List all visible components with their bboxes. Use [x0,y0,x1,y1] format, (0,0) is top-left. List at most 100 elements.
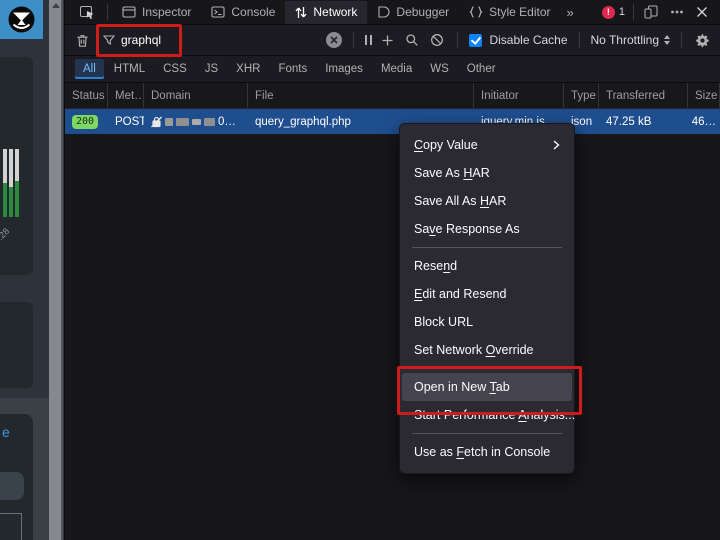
clear-requests-trash-icon[interactable] [73,25,92,55]
request-table-header: StatusMet…DomainFileInitiatorTypeTransfe… [65,83,720,109]
menu-separator [412,368,562,369]
filter-tab-css[interactable]: CSS [155,59,195,79]
column-header-domain[interactable]: Domain [144,83,248,108]
scrollbar-up-arrow-icon[interactable] [52,3,60,8]
tab-label: Style Editor [489,5,550,19]
filter-value: graphql [121,33,161,47]
menu-item-set-network-override[interactable]: Set Network Override [402,336,572,364]
domain-suffix: 0… [218,116,236,128]
dropdown-spinner-icon [664,35,670,45]
page-scrollbar[interactable] [49,0,63,540]
more-tabs-chevron-icon[interactable]: » [560,5,579,20]
meatball-menu-icon[interactable] [664,0,690,24]
filter-tab-xhr[interactable]: XHR [228,59,268,79]
menu-item-label: Start Performance Analysis... [414,408,575,422]
redacted-domain-block [165,118,173,126]
column-header-status[interactable]: Status [65,83,108,108]
menu-item-label: Save Response As [414,222,520,236]
page-button-partial[interactable] [0,472,24,500]
tab-inspector[interactable]: Inspector [112,1,201,24]
chart-bar [15,149,19,217]
redacted-domain-block [176,118,189,126]
devtools-tabbar: Inspector ConsoleNetworkDebugger Style Edi… [65,0,720,25]
filter-tab-html[interactable]: HTML [106,59,153,79]
page-box-partial [0,513,22,540]
filter-tab-other[interactable]: Other [459,59,504,79]
menu-item-block-url[interactable]: Block URL [402,308,572,336]
tab-style-editor[interactable]: Style Editor [459,1,560,24]
inspector-icon [122,6,136,18]
add-request-icon[interactable] [379,34,396,47]
responsive-design-icon[interactable] [638,0,664,24]
tab-console[interactable]: Console [201,1,285,24]
request-list-empty-area [65,134,720,452]
redacted-domain-block [192,119,201,125]
page-behind-devtools: :28 e [0,0,64,540]
close-icon[interactable] [690,0,714,24]
menu-item-start-performance-analysis[interactable]: Start Performance Analysis... [402,401,572,429]
pause-traffic-icon[interactable] [365,35,372,45]
error-count: 1 [619,6,625,18]
chart-bar [9,149,13,217]
status-cell: 200 [65,115,108,129]
screenshot-root: :28 e Inspector ConsoleNetworkDebugger Sty… [0,0,720,540]
filter-tab-media[interactable]: Media [373,59,420,79]
menu-item-save-all-as-har[interactable]: Save All As HAR [402,187,572,215]
column-header-initiator[interactable]: Initiator [474,83,564,108]
devtools-panel: Inspector ConsoleNetworkDebugger Style Edi… [64,0,720,540]
submenu-arrow-icon [553,140,560,150]
menu-item-label: Set Network Override [414,343,534,357]
disable-cache-label[interactable]: Disable Cache [489,33,567,47]
tab-label: Inspector [142,5,191,19]
filter-tab-ws[interactable]: WS [422,59,457,79]
size-cell: 46… [688,116,720,128]
menu-item-label: Copy Value [414,138,478,152]
menu-item-label: Save All As HAR [414,194,506,208]
style-editor-icon [469,6,483,18]
filter-input[interactable]: graphql [99,29,165,51]
tab-network[interactable]: Network [285,1,367,24]
page-link-fragment[interactable]: e [2,424,10,440]
pick-element-icon[interactable] [71,4,103,20]
column-header-transferred[interactable]: Transferred [599,83,688,108]
column-header-met[interactable]: Met… [108,83,144,108]
error-icon: ! [602,6,615,19]
status-badge: 200 [72,115,98,129]
error-badge[interactable]: ! 1 [598,6,629,19]
menu-item-save-as-har[interactable]: Save As HAR [402,159,572,187]
search-icon[interactable] [403,33,421,47]
filter-tab-js[interactable]: JS [197,59,226,79]
page-chart-card: :28 [0,57,33,275]
throttling-value: No Throttling [591,33,659,47]
menu-item-use-as-fetch-in-console[interactable]: Use as Fetch in Console [402,438,572,466]
tab-debugger[interactable]: Debugger [367,1,459,24]
block-request-icon[interactable] [428,33,446,47]
column-header-type[interactable]: Type [564,83,599,108]
request-row[interactable]: 200 POST 0… query_graphql.php jquery.m [65,109,720,134]
filter-funnel-icon [103,34,115,46]
chart-axis-label: :28 [0,226,11,242]
disable-cache-checkbox[interactable] [469,34,482,47]
menu-item-label: Save As HAR [414,166,490,180]
redacted-domain-block [204,118,215,126]
column-header-file[interactable]: File [248,83,474,108]
menu-item-save-response-as[interactable]: Save Response As [402,215,572,243]
filter-tab-images[interactable]: Images [317,59,371,79]
menu-separator [412,433,562,434]
menu-item-resend[interactable]: Resend [402,252,572,280]
filter-tab-fonts[interactable]: Fonts [270,59,315,79]
menu-item-open-in-new-tab[interactable]: Open in New Tab [402,373,572,401]
filter-tab-all[interactable]: All [75,59,104,79]
site-logo-icon [8,6,35,33]
domain-cell: 0… [144,116,248,128]
throttling-dropdown[interactable]: No Throttling [591,33,670,47]
menu-item-edit-and-resend[interactable]: Edit and Resend [402,280,572,308]
page-card [0,302,33,388]
menu-item-label: Open in New Tab [414,380,510,394]
menu-item-copy-value[interactable]: Copy Value [402,131,572,159]
divider [681,32,682,48]
site-logo[interactable] [0,0,43,39]
clear-filter-icon[interactable] [326,32,342,48]
network-settings-gear-icon[interactable] [693,33,712,48]
column-header-size[interactable]: Size [688,83,720,108]
